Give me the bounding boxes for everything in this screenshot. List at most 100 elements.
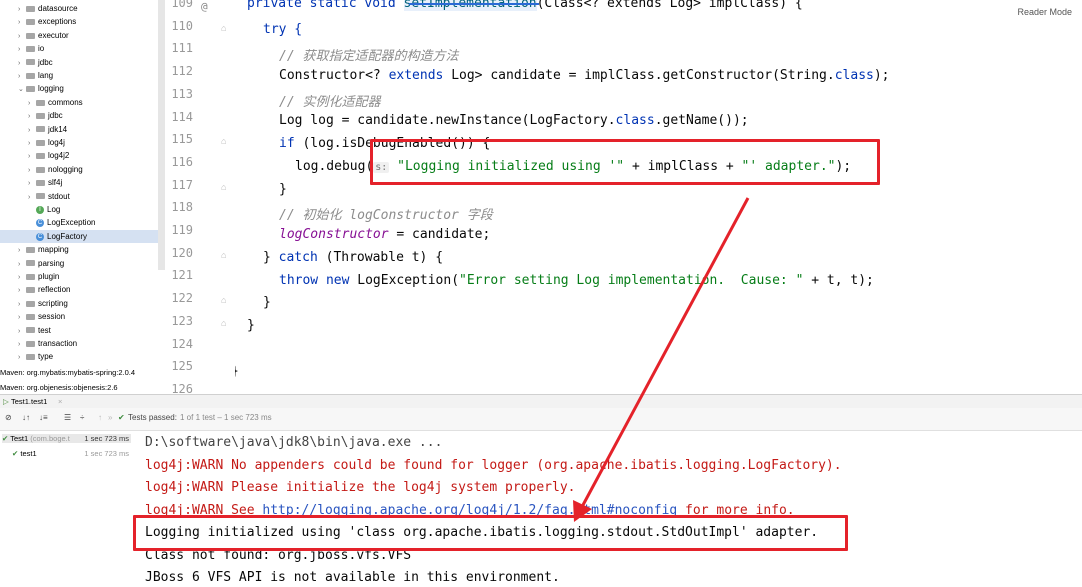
folder-icon: [26, 247, 35, 254]
fold-icon[interactable]: ⌂: [221, 318, 231, 328]
tree-item-transaction[interactable]: › transaction: [0, 337, 158, 350]
chevron-right-icon[interactable]: ›: [18, 271, 26, 284]
chevron-right-icon[interactable]: ›: [28, 137, 36, 150]
chevron-right-icon[interactable]: ›: [18, 351, 26, 364]
chevron-right-icon[interactable]: ›: [18, 298, 26, 311]
chevron-down-icon[interactable]: ⌄: [18, 83, 26, 96]
chevron-right-icon[interactable]: ›: [28, 164, 36, 177]
line-number: 112: [171, 64, 193, 79]
console-output[interactable]: D:\software\java\jdk8\bin\java.exe ... l…: [133, 431, 1082, 587]
chevron-right-icon[interactable]: ›: [18, 30, 26, 43]
tree-item-log[interactable]: I Log: [0, 203, 158, 216]
tree-item-lang[interactable]: › lang: [0, 69, 158, 82]
chevron-right-icon[interactable]: ›: [28, 124, 36, 137]
chevron-right-icon[interactable]: ›: [18, 244, 26, 257]
chevron-right-icon[interactable]: ›: [18, 3, 26, 16]
tree-item-jdbc[interactable]: › jdbc: [0, 56, 158, 69]
editor-gutter: @ 109 110 111 112 113 114 115 116 117 118 119 120 12…: [165, 0, 235, 396]
chevron-right-icon[interactable]: ›: [18, 16, 26, 29]
line-number: 123: [171, 313, 193, 328]
tree-item-jdk14[interactable]: › jdk14: [0, 123, 158, 136]
tree-item-session[interactable]: › session: [0, 310, 158, 323]
test-item[interactable]: ✔ test1 1 sec 723 ms: [12, 449, 131, 458]
tree-item-datasource[interactable]: › datasource: [0, 2, 158, 15]
more-icon[interactable]: »: [108, 413, 112, 422]
fold-icon[interactable]: ⌂: [221, 250, 231, 260]
code-line-112: Constructor<? extends Log> candidate = i…: [279, 68, 890, 83]
override-icon[interactable]: @: [201, 0, 208, 13]
tree-item-label: log4j2: [48, 151, 70, 161]
fold-icon[interactable]: ⌂: [221, 182, 231, 192]
tree-item-exceptions[interactable]: › exceptions: [0, 15, 158, 28]
chevron-right-icon[interactable]: ›: [18, 57, 26, 70]
line-number: 120: [171, 245, 193, 260]
tree-item-reflection[interactable]: › reflection: [0, 283, 158, 296]
tree-item-log4j2[interactable]: › log4j2: [0, 149, 158, 162]
folder-icon: [36, 193, 45, 200]
code-line-123: }: [247, 318, 255, 333]
tree-item-label: transaction: [38, 339, 78, 348]
tree-item-plugin[interactable]: › plugin: [0, 270, 158, 283]
tree-item-label: scripting: [38, 298, 68, 308]
tests-passed-detail: 1 of 1 test – 1 sec 723 ms: [180, 413, 272, 422]
code-editor[interactable]: private static void setImplementation(Cl…: [235, 0, 1082, 394]
test-item[interactable]: ✔ Test1 (com.boge.t 1 sec 723 ms: [2, 434, 131, 443]
chevron-right-icon[interactable]: ›: [28, 191, 36, 204]
tree-item-type[interactable]: › type: [0, 350, 158, 363]
tree-item-label: jdk14: [48, 124, 68, 134]
tree-item-stdout[interactable]: › stdout: [0, 190, 158, 203]
tree-item-label: parsing: [38, 258, 65, 268]
fold-icon[interactable]: ⌂: [221, 23, 231, 33]
close-tab-icon[interactable]: ×: [58, 397, 62, 406]
tree-item-scripting[interactable]: › scripting: [0, 297, 158, 310]
chevron-right-icon[interactable]: ›: [18, 284, 26, 297]
chevron-right-icon[interactable]: ›: [28, 110, 36, 123]
tree-item-slf4j[interactable]: › slf4j: [0, 176, 158, 189]
tree-item-executor[interactable]: › executor: [0, 29, 158, 42]
chevron-right-icon[interactable]: ›: [18, 311, 26, 324]
tree-item-logexception[interactable]: C LogException: [0, 216, 158, 229]
sort-duration-icon[interactable]: ↓≡: [39, 413, 48, 422]
tree-item-parsing[interactable]: › parsing: [0, 257, 158, 270]
collapse-all-icon[interactable]: ÷: [80, 413, 84, 422]
stop-icon[interactable]: ⊘: [5, 413, 12, 422]
tree-item-commons[interactable]: › commons: [0, 96, 158, 109]
folder-icon: [26, 86, 35, 93]
tree-item-logging[interactable]: ⌄ logging: [0, 82, 158, 95]
chevron-right-icon[interactable]: ›: [18, 325, 26, 338]
prev-failed-icon[interactable]: ↑: [98, 413, 102, 422]
tree-item-maven-library[interactable]: Maven: org.mybatis:mybatis-spring:2.0.4: [0, 366, 135, 379]
chevron-right-icon[interactable]: ›: [18, 70, 26, 83]
sort-alpha-icon[interactable]: ↓↑: [22, 413, 30, 422]
chevron-right-icon[interactable]: ›: [18, 43, 26, 56]
fold-icon[interactable]: ⌂: [221, 136, 231, 146]
tree-item-logfactory[interactable]: C LogFactory: [0, 229, 158, 243]
chevron-right-icon[interactable]: ›: [28, 150, 36, 163]
tree-item-maven-library[interactable]: Maven: org.objenesis:objenesis:2.6: [0, 381, 118, 394]
chevron-right-icon[interactable]: ›: [18, 258, 26, 271]
fold-icon[interactable]: ⌂: [221, 295, 231, 305]
console-line: D:\software\java\jdk8\bin\java.exe ...: [145, 435, 443, 450]
chevron-right-icon[interactable]: ›: [28, 177, 36, 190]
chevron-right-icon[interactable]: ›: [18, 338, 26, 351]
tree-scrollbar[interactable]: [158, 0, 165, 270]
folder-icon: [36, 153, 45, 160]
tree-item-label: LogFactory: [47, 231, 88, 241]
line-number: 114: [171, 109, 193, 124]
expand-all-icon[interactable]: ☰: [64, 413, 71, 422]
tree-item-test[interactable]: › test: [0, 324, 158, 337]
tree-item-jdbc[interactable]: › jdbc: [0, 109, 158, 122]
code-line-113: // 实例化适配器: [279, 95, 381, 110]
reader-mode-button[interactable]: Reader Mode: [1017, 7, 1072, 17]
run-tab-label[interactable]: Test1.test1: [11, 397, 47, 406]
tree-item-mapping[interactable]: › mapping: [0, 243, 158, 256]
tree-item-io[interactable]: › io: [0, 42, 158, 55]
highlight-box-code: [370, 139, 880, 185]
tree-item-nologging[interactable]: › nologging: [0, 163, 158, 176]
line-number: 110: [171, 18, 193, 33]
line-number: 115: [171, 132, 193, 147]
tree-item-log4j[interactable]: › log4j: [0, 136, 158, 149]
tree-item-label: jdbc: [38, 57, 53, 67]
chevron-right-icon[interactable]: ›: [28, 97, 36, 110]
console-line: log4j:WARN Please initialize the log4j s…: [145, 480, 576, 495]
